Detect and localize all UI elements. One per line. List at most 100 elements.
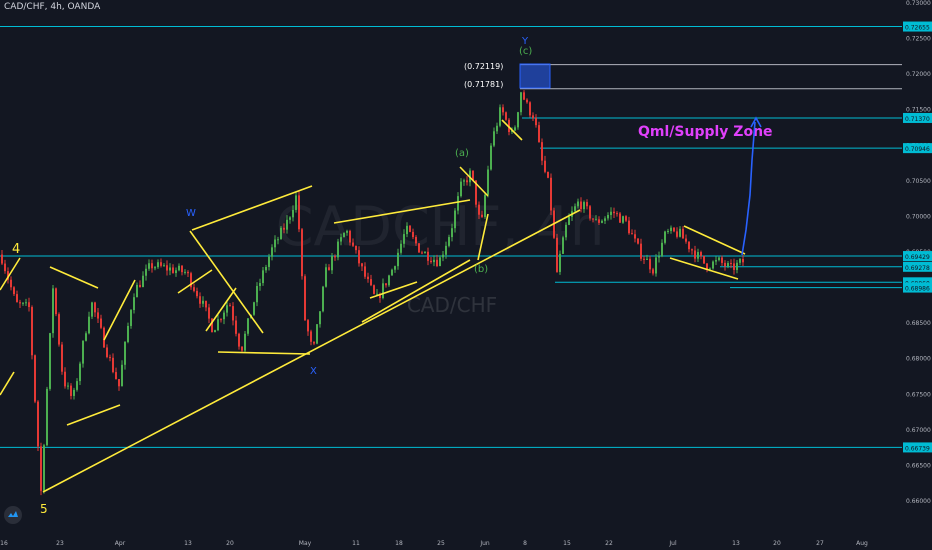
svg-text:0.70946: 0.70946 xyxy=(905,146,930,153)
price-tick-label: 0.71500 xyxy=(906,107,931,114)
candlestick xyxy=(337,238,339,261)
price-level-badge: 0.71370 xyxy=(903,112,932,123)
candlestick xyxy=(244,330,246,353)
time-tick-label: 15 xyxy=(563,540,571,547)
candlestick xyxy=(664,230,666,245)
wave-4-label: 4 xyxy=(12,242,20,257)
candlestick xyxy=(388,274,390,287)
time-tick-label: Jun xyxy=(479,540,490,547)
candlestick xyxy=(517,111,519,130)
price-tick-label: 0.66000 xyxy=(906,498,931,505)
price-level-badge: 0.70946 xyxy=(903,143,932,154)
price-tick-label: 0.70500 xyxy=(906,178,931,185)
candlestick xyxy=(130,309,132,329)
candlestick xyxy=(55,287,57,317)
candlestick xyxy=(61,341,63,375)
time-tick-label: 11 xyxy=(352,540,360,547)
price-tick-label: 0.67000 xyxy=(906,427,931,434)
price-level-badge: 0.66739 xyxy=(903,442,932,453)
price-tick-label: 0.68000 xyxy=(906,356,931,363)
time-tick-label: 13 xyxy=(184,540,192,547)
time-axis-bg xyxy=(0,534,932,550)
candlestick xyxy=(82,340,84,368)
wave-a-label: (a) xyxy=(455,148,469,159)
candlestick xyxy=(418,243,420,253)
wave-c-label: (c) xyxy=(519,46,532,57)
candlestick xyxy=(484,192,486,219)
svg-text:0.69429: 0.69429 xyxy=(905,254,930,261)
candlestick xyxy=(562,235,564,254)
watermark-subtitle: CAD/CHF xyxy=(407,293,497,317)
symbol-title[interactable]: CAD/CHF, 4h, OANDA xyxy=(4,2,100,12)
price-tick-label: 0.70000 xyxy=(906,213,931,220)
candlestick xyxy=(373,284,375,295)
candlestick xyxy=(301,227,303,280)
candlestick xyxy=(280,226,282,240)
price-tick-label: 0.67500 xyxy=(906,391,931,398)
candlestick xyxy=(499,104,501,128)
wave-b-label: (b) xyxy=(474,264,488,275)
candlestick xyxy=(52,285,54,338)
candlestick xyxy=(43,443,45,494)
candlestick xyxy=(550,173,552,215)
candlestick xyxy=(637,238,639,245)
candlestick xyxy=(490,143,492,171)
time-tick-label: 20 xyxy=(226,540,234,547)
price-chart[interactable]: CADCHF, 4h CAD/CHF (0.72119) (0.71781) Q… xyxy=(0,0,932,550)
time-tick-label: 16 xyxy=(0,540,8,547)
wave-w-label: W xyxy=(186,208,196,219)
candlestick xyxy=(91,301,93,319)
wave-x-label: X xyxy=(310,366,317,377)
time-tick-label: 22 xyxy=(605,540,613,547)
candlestick xyxy=(343,232,345,238)
price-level-badge: 0.68986 xyxy=(903,282,932,293)
candlestick xyxy=(322,285,324,313)
candlestick xyxy=(298,191,300,233)
supply-zone-box[interactable] xyxy=(519,63,551,89)
price-level-badge: 0.69278 xyxy=(903,261,932,272)
qml-supply-zone-label: Qml/Supply Zone xyxy=(638,124,773,140)
candlestick xyxy=(40,442,42,496)
time-tick-label: 13 xyxy=(732,540,740,547)
price-tick-label: 0.72000 xyxy=(906,71,931,78)
candlestick xyxy=(505,111,507,121)
price-tick-label: 0.66500 xyxy=(906,462,931,469)
wave-5-label: 5 xyxy=(40,502,48,516)
candlestick xyxy=(703,255,705,265)
fib-lower-label: (0.71781) xyxy=(464,80,503,89)
candlestick xyxy=(37,400,39,452)
svg-text:0.71370: 0.71370 xyxy=(905,116,930,123)
candlestick xyxy=(622,215,624,224)
price-level-badge: 0.69429 xyxy=(903,251,932,262)
time-tick-label: Apr xyxy=(115,540,126,547)
candlestick xyxy=(253,301,255,316)
svg-text:0.66739: 0.66739 xyxy=(905,445,930,452)
svg-text:0.72655: 0.72655 xyxy=(905,25,930,32)
candlestick xyxy=(49,332,51,391)
candlestick xyxy=(712,260,714,270)
candlestick xyxy=(46,386,48,447)
candlestick xyxy=(487,165,489,198)
candlestick xyxy=(547,171,549,179)
price-tick-label: 0.73000 xyxy=(906,0,931,7)
candlestick xyxy=(316,324,318,345)
candlestick xyxy=(31,305,33,360)
price-axis[interactable]: 0.730000.725000.720000.715000.710000.705… xyxy=(903,0,932,505)
svg-text:0.68986: 0.68986 xyxy=(905,286,930,293)
time-tick-label: Jul xyxy=(668,540,677,547)
candlestick xyxy=(34,354,36,404)
candlestick xyxy=(409,224,411,233)
time-tick-label: 25 xyxy=(437,540,445,547)
time-tick-label: Aug xyxy=(856,540,868,547)
candlestick xyxy=(520,91,522,116)
time-tick-label: 23 xyxy=(56,540,64,547)
tradingview-logo-icon[interactable] xyxy=(4,506,22,524)
candlestick xyxy=(247,318,249,336)
time-tick-label: 8 xyxy=(523,540,527,547)
time-tick-label: 20 xyxy=(773,540,781,547)
candlestick xyxy=(325,263,327,288)
candlestick xyxy=(655,254,657,277)
candlestick xyxy=(190,271,192,290)
fib-upper-label: (0.72119) xyxy=(464,62,503,71)
price-level-badge: 0.72655 xyxy=(903,21,932,32)
